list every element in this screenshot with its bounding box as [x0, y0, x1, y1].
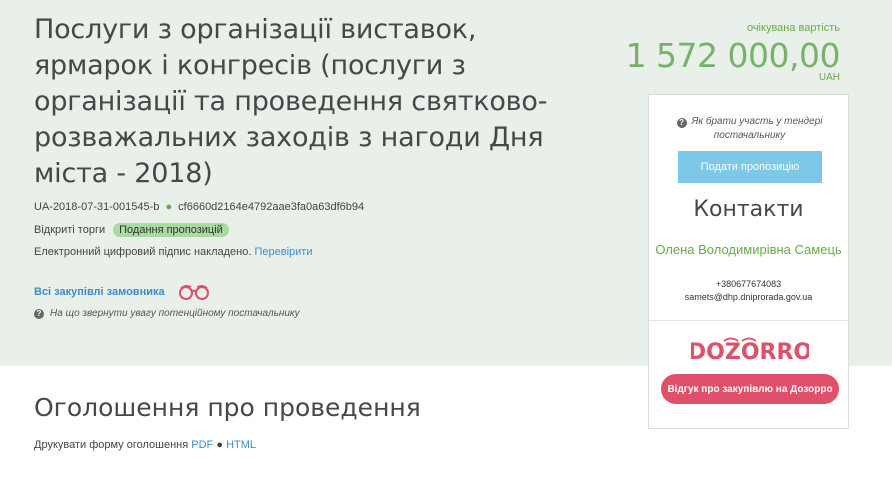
dozorro-logo: DOZORRO: [691, 337, 809, 364]
attention-row[interactable]: ? На що звернути увагу потенційному пост…: [34, 308, 300, 319]
price-currency: UAH: [818, 72, 840, 83]
contact-email: samets@dhp.dniprorada.gov.ua: [684, 292, 813, 302]
print-form-row: Друкувати форму оголошення PDF ● HTML: [34, 439, 256, 451]
print-pdf-link[interactable]: PDF: [191, 439, 213, 451]
tender-title: Послуги з організації виставок, ярмарок …: [34, 14, 548, 189]
verify-signature-link[interactable]: Перевірити: [254, 246, 312, 258]
tender-id: UA-2018-07-31-001545-b: [34, 201, 160, 213]
attention-text: На що звернути увагу потенційному постач…: [50, 308, 300, 319]
signature-row: Електронний цифровий підпис накладено. П…: [34, 246, 312, 258]
dozorro-eyes-icon[interactable]: [177, 283, 211, 301]
dozorro-logo-text: DOZORRO: [691, 340, 809, 364]
signature-text: Електронний цифровий підпис накладено.: [34, 246, 252, 258]
tender-hash: cf6660d2164e4792aae3fa0a63df6b94: [178, 201, 365, 213]
contacts-title: Контакти: [693, 197, 804, 222]
announcement-title: Оголошення про проведення: [34, 393, 421, 422]
question-circle-icon: ?: [676, 118, 687, 128]
contact-name: Олена Володимирівна Самець: [655, 242, 842, 257]
participation-card: ? Як брати участь у тендері постачальнику…: [648, 94, 849, 429]
contact-phone: +380677674083: [715, 279, 782, 289]
how-to-participate[interactable]: ? Як брати участь у тендері постачальнику: [659, 115, 840, 143]
all-purchases-row: Всі закупівлі замовника: [34, 283, 211, 301]
procedure-row: Відкриті торги Подання пропозицій: [34, 223, 229, 237]
separator-dot: ●: [216, 439, 223, 451]
how-to-text: Як брати участь у тендері постачальнику: [691, 116, 823, 141]
status-badge: Подання пропозицій: [113, 223, 229, 237]
procedure-type: Відкриті торги: [34, 224, 106, 236]
price-value: 1 572 000,00: [625, 36, 841, 75]
separator-dot: ●: [165, 201, 173, 213]
tender-id-row: UA-2018-07-31-001545-b ● cf6660d2164e479…: [34, 201, 364, 213]
price-caption: очікувана вартість: [746, 22, 840, 34]
card-divider: [649, 320, 848, 321]
print-label: Друкувати форму оголошення: [34, 439, 189, 451]
all-purchases-link[interactable]: Всі закупівлі замовника: [34, 286, 165, 298]
print-html-link[interactable]: HTML: [226, 439, 256, 451]
question-circle-icon: ?: [34, 308, 44, 319]
submit-proposal-button[interactable]: Подати пропозицію: [678, 151, 822, 183]
dozorro-feedback-button[interactable]: Відгук про закупівлю на Дозорро: [661, 374, 839, 404]
